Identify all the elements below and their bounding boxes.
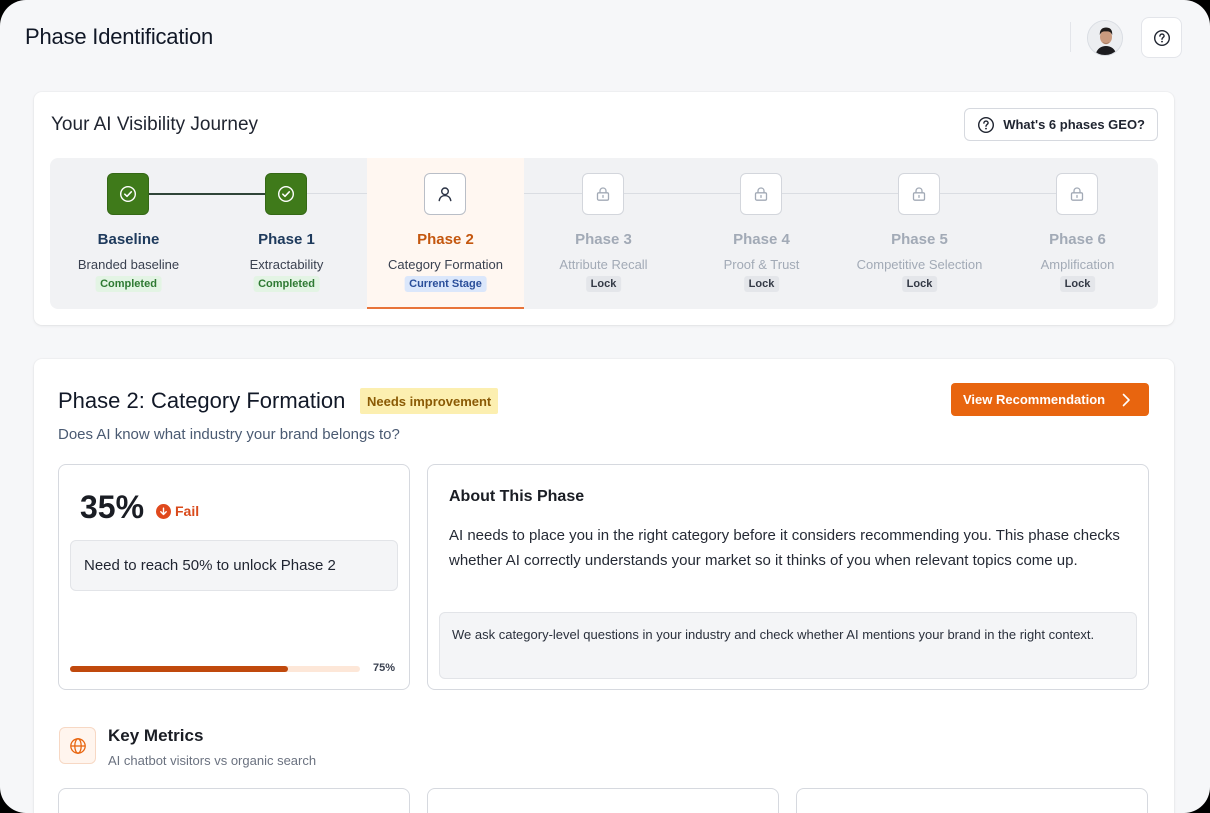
step-phase-4[interactable]: Phase 4 Proof & Trust Lock	[683, 158, 840, 309]
globe-icon	[59, 727, 96, 764]
step-status-tile	[898, 173, 940, 215]
step-name: Baseline	[97, 231, 160, 248]
step-status-tile	[1056, 173, 1098, 215]
phase-stepper: Baseline Branded baseline Completed Phas…	[50, 158, 1158, 309]
step-name: Phase 6	[1049, 231, 1106, 248]
progress-label: 75%	[373, 662, 396, 674]
status-badge: Completed	[253, 276, 320, 292]
step-phase-1[interactable]: Phase 1 Extractability Completed	[208, 158, 365, 309]
metric-card[interactable]	[796, 788, 1148, 813]
step-phase-6[interactable]: Phase 6 Amplification Lock	[999, 158, 1156, 309]
lock-icon	[1070, 187, 1084, 201]
help-icon	[978, 116, 995, 133]
chevron-right-icon	[1122, 393, 1130, 407]
phase-title: Phase 2: Category Formation	[58, 388, 346, 413]
lock-icon	[754, 187, 768, 201]
help-icon	[1153, 29, 1170, 46]
app-window: Phase Identification Your AI Visibility …	[0, 0, 1210, 813]
needs-improvement-badge: Needs improvement	[360, 388, 499, 414]
page-title: Phase Identification	[25, 24, 214, 49]
phase-question: Does AI know what industry your brand be…	[58, 426, 400, 443]
geo-phases-label: What's 6 phases GEO?	[1003, 117, 1145, 132]
step-subtitle: Category Formation	[388, 257, 503, 272]
step-phase-3[interactable]: Phase 3 Attribute Recall Lock	[525, 158, 682, 309]
about-description: AI needs to place you in the right categ…	[449, 527, 1120, 569]
metric-card[interactable]	[427, 788, 779, 813]
status-badge: Current Stage	[404, 276, 487, 292]
lock-icon	[596, 187, 610, 201]
step-subtitle: Attribute Recall	[559, 257, 648, 272]
status-badge: Lock	[585, 276, 622, 292]
step-name: Phase 4	[733, 231, 790, 248]
key-metrics-title: Key Metrics	[108, 726, 204, 745]
about-title: About This Phase	[449, 488, 585, 505]
header-divider	[1070, 22, 1071, 52]
score-value: 35%	[80, 489, 145, 525]
geo-phases-button[interactable]: What's 6 phases GEO?	[964, 108, 1158, 141]
step-status-tile	[107, 173, 149, 215]
step-subtitle: Branded baseline	[77, 257, 180, 272]
avatar[interactable]	[1087, 20, 1123, 56]
unlock-requirement: Need to reach 50% to unlock Phase 2	[70, 540, 398, 591]
journey-title: Your AI Visibility Journey	[51, 114, 259, 135]
progress-fill	[70, 666, 288, 672]
step-status-tile	[582, 173, 624, 215]
key-metrics-subtitle: AI chatbot visitors vs organic search	[108, 753, 317, 768]
fail-indicator: Fail	[156, 503, 199, 519]
step-baseline[interactable]: Baseline Branded baseline Completed	[50, 158, 207, 309]
step-subtitle: Amplification	[1040, 257, 1115, 272]
about-phase-panel: About This Phase AI needs to place you i…	[427, 464, 1149, 690]
journey-card: Your AI Visibility Journey What's 6 phas…	[34, 92, 1174, 325]
step-phase-5[interactable]: Phase 5 Competitive Selection Lock	[841, 158, 998, 309]
status-badge: Completed	[95, 276, 162, 292]
status-badge: Lock	[1059, 276, 1096, 292]
status-badge: Lock	[901, 276, 938, 292]
step-status-tile	[265, 173, 307, 215]
step-subtitle: Proof & Trust	[723, 257, 800, 272]
progress-bar	[70, 666, 360, 672]
step-name: Phase 3	[575, 231, 632, 248]
step-subtitle: Extractability	[249, 257, 324, 272]
step-status-tile	[740, 173, 782, 215]
phase-detail-card: Phase 2: Category Formation Needs improv…	[34, 359, 1174, 813]
fail-label: Fail	[175, 503, 200, 519]
help-button[interactable]	[1141, 17, 1182, 58]
score-panel: 35% Fail Need to reach 50% to unlock Pha…	[58, 464, 410, 690]
check-circle-icon	[277, 185, 295, 203]
step-status-tile	[424, 173, 466, 215]
step-phase-2[interactable]: Phase 2 Category Formation Current Stage	[367, 158, 524, 309]
step-name: Phase 5	[891, 231, 948, 248]
lock-icon	[912, 187, 926, 201]
view-recommendation-button[interactable]: View Recommendation	[951, 383, 1149, 416]
status-badge: Lock	[743, 276, 780, 292]
step-subtitle: Competitive Selection	[856, 257, 983, 272]
metric-card[interactable]	[58, 788, 410, 813]
user-icon	[438, 187, 452, 202]
user-avatar-icon	[1088, 21, 1122, 55]
about-method-note: We ask category-level questions in your …	[439, 612, 1137, 679]
step-name: Phase 1	[258, 231, 315, 248]
arrow-down-icon	[156, 503, 171, 519]
check-circle-icon	[119, 185, 137, 203]
view-recommendation-label: View Recommendation	[963, 392, 1106, 407]
step-name: Phase 2	[417, 231, 474, 248]
